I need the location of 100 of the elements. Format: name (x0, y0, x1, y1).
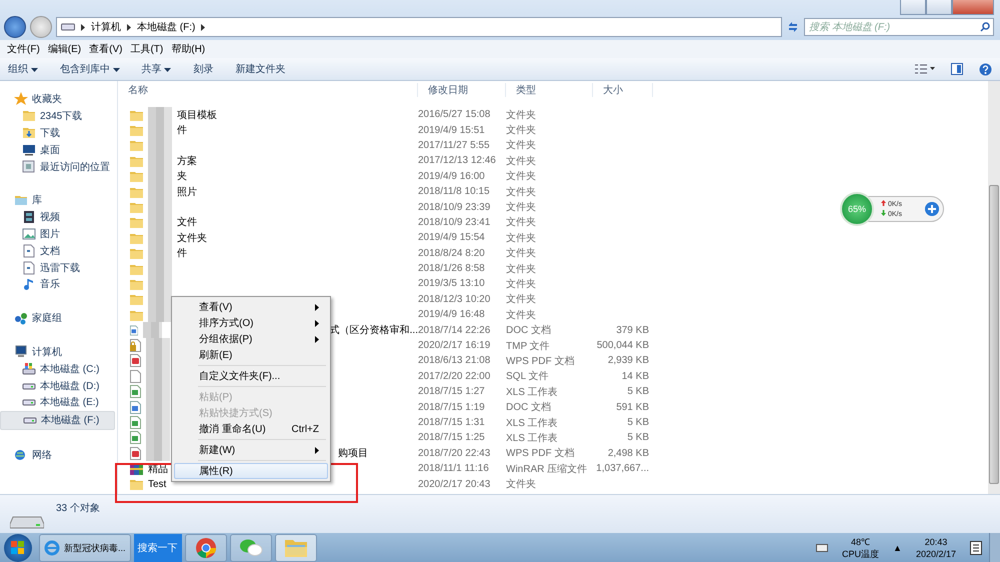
sidebar-item[interactable]: 本地磁盘 (C:) (0, 360, 117, 378)
folder-icon (130, 154, 143, 167)
back-button[interactable] (4, 16, 26, 38)
context-menu-item[interactable]: 撤消 重命名(U) Ctrl+Z (174, 421, 328, 437)
type-cell-text: 文件夹 (506, 138, 537, 152)
context-menu-item[interactable]: 排序方式(O) (174, 315, 328, 331)
toolbar-button[interactable]: 组织 (8, 62, 38, 76)
sidebar-item[interactable]: 图片 (0, 226, 117, 242)
date-cell-text: 2019/3/5 13:10 (418, 278, 486, 290)
caret-icon (30, 68, 38, 72)
taskbar-label: 新型冠状病毒... (64, 542, 126, 554)
plus-icon[interactable] (925, 202, 939, 216)
context-menu-item[interactable]: 分组依据(P) (174, 331, 328, 347)
notification-icon[interactable] (970, 541, 982, 555)
column-header[interactable]: 类型 (506, 83, 593, 97)
menu-item[interactable]: 帮助(H) (168, 42, 208, 56)
keyboard-icon[interactable] (816, 544, 828, 552)
context-menu-item[interactable]: 自定义文件夹(F)... (174, 368, 328, 384)
taskbar-window[interactable]: 新型冠状病毒... (39, 534, 131, 562)
maximize-button[interactable] (926, 0, 952, 15)
sidebar-item[interactable]: 视频 (0, 208, 117, 226)
music-note-icon (22, 277, 36, 292)
toolbar-button[interactable]: 包含到库中 (60, 62, 120, 76)
type-cell-text: 文件夹 (506, 478, 537, 492)
document-icon (22, 244, 36, 258)
sidebar-item[interactable]: 网络 (0, 446, 117, 464)
spreadsheet-icon (130, 416, 141, 429)
sidebar-item[interactable]: 本地磁盘 (D:) (0, 377, 117, 394)
sidebar-item[interactable]: 文档 (0, 242, 117, 260)
chevron-icon (127, 24, 131, 30)
sidebar-item[interactable]: 库 (0, 192, 117, 209)
search-icon (980, 22, 990, 32)
star-icon (14, 92, 28, 106)
date-cell-text: 2018/11/8 10:15 (418, 186, 491, 198)
menu-item[interactable]: 编辑(E) (44, 42, 84, 56)
date-cell-text: 2018/6/13 21:08 (418, 355, 492, 366)
column-header[interactable]: 名称 (118, 83, 418, 97)
taskbar-button[interactable] (184, 534, 227, 562)
toolbar-button[interactable]: 刻录 (193, 62, 214, 76)
context-menu-item[interactable]: 新建(W) (174, 442, 328, 458)
menu-item[interactable]: 查看(V) (86, 42, 126, 56)
folder-icon (130, 278, 143, 290)
breadcrumb[interactable]: 本地磁盘 (F:) (137, 20, 196, 34)
folder-icon (130, 108, 143, 121)
taskbar-button[interactable] (274, 534, 317, 562)
folder-icon (130, 247, 143, 260)
type-cell-text: 文件夹 (506, 308, 537, 322)
type-cell-text: XLS 工作表 (506, 416, 559, 430)
type-cell-text: WinRAR 压缩文件 (506, 462, 588, 476)
date-cell-text: 2018/1/26 8:58 (418, 263, 486, 274)
sidebar-item[interactable]: 桌面 (0, 141, 117, 158)
folder-icon (130, 478, 143, 490)
tray-arrow[interactable]: ▲ (893, 543, 902, 553)
folder-icon (130, 232, 143, 244)
sidebar-item[interactable]: 下载 (0, 124, 117, 142)
date-cell-text: 2020/2/17 20:43 (418, 478, 492, 490)
spreadsheet-icon (130, 431, 141, 444)
menu-item[interactable]: 文件(F) (4, 42, 43, 56)
sidebar-item[interactable]: 最近访问的位置 (0, 158, 117, 175)
close-button[interactable] (952, 0, 994, 15)
column-header[interactable]: 修改日期 (418, 83, 506, 97)
search-field[interactable]: 搜索 本地磁盘 (F:) (804, 18, 994, 36)
refresh-icon[interactable] (786, 20, 800, 34)
sidebar-item[interactable]: 家庭组 (0, 310, 117, 327)
sidebar-item[interactable]: 收藏夹 (0, 91, 117, 108)
sidebar-item[interactable]: 计算机 (0, 344, 117, 360)
menu-item[interactable]: 工具(T) (127, 42, 166, 56)
sidebar-item[interactable]: 本地磁盘 (E:) (0, 394, 117, 411)
type-cell-text: 文件夹 (506, 246, 537, 260)
preview-pane-icon[interactable] (951, 63, 963, 75)
view-options-icon[interactable] (915, 64, 935, 74)
scrollbar[interactable] (988, 81, 1000, 494)
type-cell-text: 文件夹 (506, 108, 537, 122)
context-menu-item[interactable]: 属性(R) (174, 463, 328, 479)
sidebar-item[interactable]: 2345下载 (0, 108, 117, 125)
breadcrumb[interactable]: 计算机 (91, 20, 121, 34)
type-cell-text: 文件夹 (506, 124, 537, 138)
help-icon[interactable] (979, 62, 992, 76)
toolbar-button[interactable]: 共享 (142, 62, 172, 76)
archive-icon (130, 462, 143, 475)
date-cell-text: 2018/7/15 1:19 (418, 402, 486, 413)
taskbar-button[interactable] (230, 534, 272, 562)
search-button[interactable]: 搜索一下 (134, 534, 182, 562)
folder-icon (130, 293, 143, 306)
column-header[interactable]: 大小 (593, 83, 653, 97)
folder-icon (130, 170, 143, 182)
start-button[interactable] (4, 534, 32, 562)
toolbar-button[interactable]: 新建文件夹 (235, 62, 286, 76)
context-menu-item[interactable]: 刷新(E) (174, 347, 328, 363)
context-menu-item[interactable]: 查看(V) (174, 299, 328, 315)
clock[interactable]: 20:43 2020/2/17 (916, 536, 956, 560)
cpu-temperature[interactable]: 48℃ CPU温度 (842, 536, 880, 560)
sidebar-item[interactable]: 本地磁盘 (F:) (0, 410, 115, 430)
submenu-arrow-icon (315, 320, 319, 326)
film-icon (22, 210, 36, 224)
blank-file-icon (130, 370, 141, 383)
sidebar-item[interactable]: 迅雷下载 (0, 259, 117, 276)
sidebar-item[interactable]: 音乐 (0, 276, 117, 293)
address-bar[interactable]: 计算机 本地磁盘 (F:) (56, 17, 782, 37)
minimize-button[interactable] (900, 0, 926, 15)
